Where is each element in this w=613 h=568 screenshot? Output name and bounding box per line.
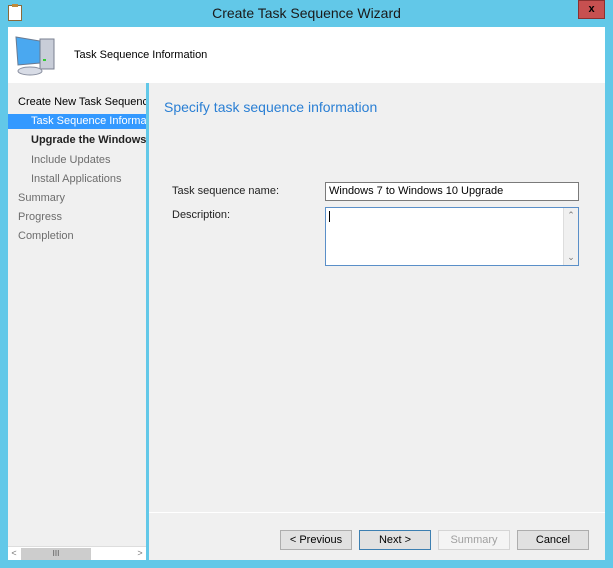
wizard-header: Task Sequence Information — [8, 27, 605, 83]
close-button[interactable]: x — [578, 0, 605, 19]
scroll-left-icon[interactable]: < — [8, 547, 20, 560]
description-label: Description: — [172, 209, 231, 221]
window-title: Create Task Sequence Wizard — [212, 5, 401, 21]
nav-item[interactable]: Summary — [8, 191, 146, 206]
description-input[interactable]: ⌃ ⌄ — [325, 207, 579, 266]
wizard-content: Specify task sequence information Task s… — [149, 83, 605, 560]
nav-item[interactable]: Task Sequence Information — [8, 114, 146, 130]
text-cursor — [329, 211, 330, 222]
wizard-nav: Create New Task Sequence Task Sequence In… — [8, 83, 146, 560]
footer-divider — [149, 512, 605, 513]
next-button[interactable]: Next > — [359, 530, 431, 550]
nav-item[interactable]: Upgrade the Windows Operating System — [8, 133, 146, 148]
nav-item[interactable]: Completion — [8, 229, 146, 244]
scroll-right-icon[interactable]: > — [134, 547, 146, 560]
title-bar: Create Task Sequence Wizard x — [0, 0, 613, 27]
vertical-scrollbar[interactable]: ⌃ ⌄ — [563, 208, 578, 265]
page-title: Specify task sequence information — [164, 99, 378, 115]
computer-icon — [15, 36, 55, 76]
task-sequence-name-label: Task sequence name: — [172, 185, 280, 197]
scroll-down-icon[interactable]: ⌄ — [564, 252, 578, 263]
cancel-button[interactable]: Cancel — [517, 530, 589, 550]
nav-item[interactable]: Progress — [8, 210, 146, 225]
scroll-thumb[interactable]: III — [21, 548, 91, 560]
summary-button[interactable]: Summary — [438, 530, 510, 550]
horizontal-scrollbar[interactable]: < III > — [8, 546, 146, 560]
task-sequence-name-input[interactable]: Windows 7 to Windows 10 Upgrade — [325, 182, 579, 201]
nav-item[interactable]: Install Applications — [8, 172, 146, 187]
scroll-up-icon[interactable]: ⌃ — [564, 210, 578, 221]
header-title: Task Sequence Information — [74, 49, 208, 61]
nav-item[interactable]: Include Updates — [8, 153, 146, 168]
previous-button[interactable]: < Previous — [280, 530, 352, 550]
nav-item[interactable]: Create New Task Sequence — [8, 95, 146, 110]
